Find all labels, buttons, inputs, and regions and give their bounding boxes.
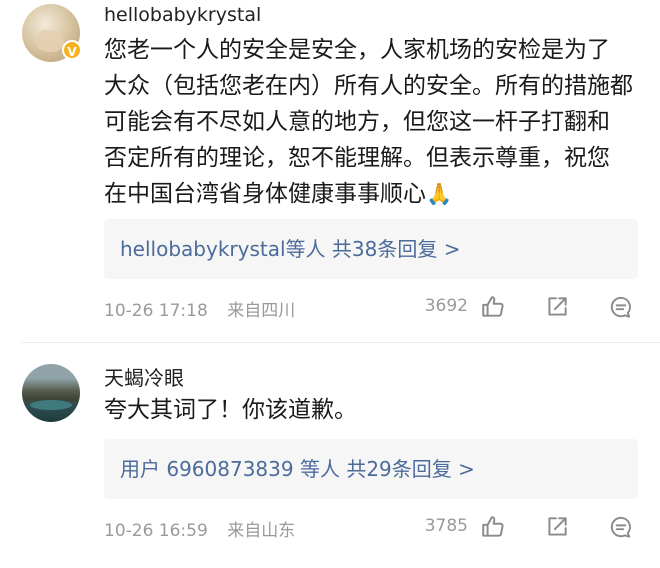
share-icon[interactable] (544, 514, 570, 540)
avatar-image (36, 30, 64, 52)
comment-time: 10-26 17:18 (104, 301, 208, 321)
reply-summary-link[interactable]: 用户 6960873839 等人 共29条回复 > (104, 439, 638, 499)
comment-icon[interactable] (608, 294, 634, 320)
comment-meta: 10-26 17:18 来自四川 (104, 296, 295, 321)
comment-meta: 10-26 16:59 来自山东 (104, 516, 295, 541)
pray-emoji-icon: 🙏 (426, 182, 453, 206)
avatar[interactable] (22, 364, 80, 422)
comment-icon[interactable] (608, 514, 634, 540)
verified-badge-icon: V (62, 40, 82, 60)
reply-summary-link[interactable]: hellobabykrystal等人 共38条回复 > (104, 219, 638, 279)
like-count: 3692 (424, 296, 468, 316)
divider (22, 342, 660, 343)
thumbs-up-icon[interactable] (480, 514, 506, 540)
comment-username[interactable]: hellobabykrystal (104, 4, 261, 26)
thumbs-up-icon[interactable] (480, 294, 506, 320)
comment-username[interactable]: 天蝎冷眼 (104, 362, 184, 391)
share-icon[interactable] (544, 294, 570, 320)
comment-text: 您老一个人的安全是安全，人家机场的安检是为了 大众（包括您老在内）所有人的安全。… (104, 37, 633, 207)
comment-location: 来自四川 (227, 301, 296, 321)
like-count: 3785 (424, 516, 468, 536)
avatar-image (30, 400, 72, 410)
comment-location: 来自山东 (227, 521, 296, 541)
comment-text: 夸大其词了！你该道歉。 (104, 397, 357, 423)
comment-time: 10-26 16:59 (104, 521, 208, 541)
